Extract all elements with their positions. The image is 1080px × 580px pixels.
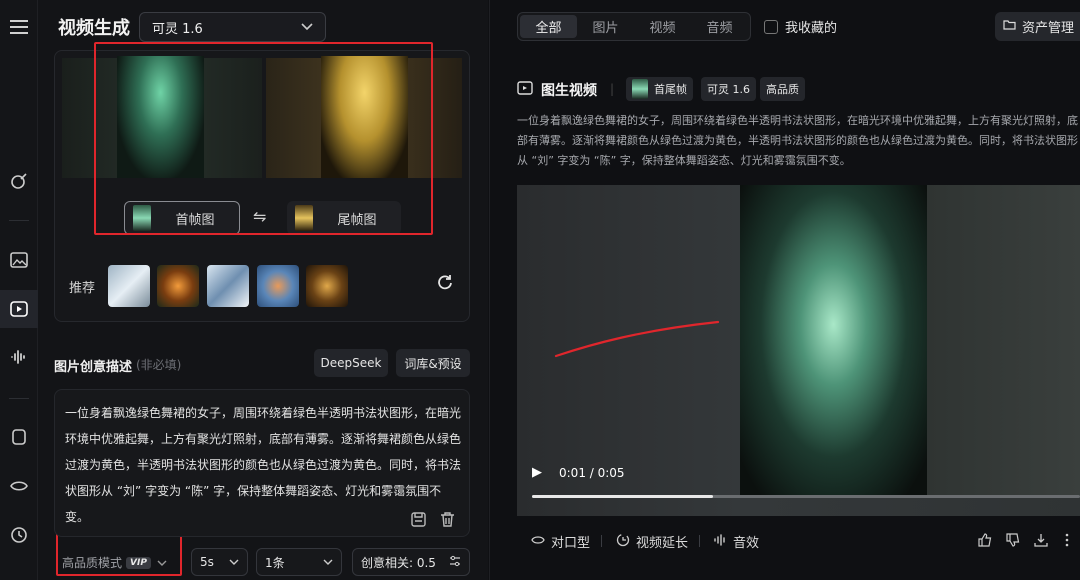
duration-select[interactable]: 5s	[191, 548, 248, 576]
lip-sync-label: 对口型	[551, 536, 591, 551]
more-icon[interactable]	[1064, 533, 1070, 551]
filter-tabs: 全部 图片 视频 音频	[517, 12, 751, 41]
vip-badge: VIP	[126, 556, 151, 569]
recommend-thumbnail[interactable]	[207, 265, 249, 307]
delete-icon[interactable]	[440, 512, 455, 531]
thumbs-up-icon[interactable]	[978, 533, 992, 551]
magic-brush-icon[interactable]	[0, 162, 38, 200]
refresh-icon[interactable]	[437, 274, 453, 295]
count-value: 1条	[265, 555, 285, 570]
result-prompt: 一位身着飘逸绿色舞裙的女子，周围环绕着绿色半透明书法状图形，在暗光环境中优雅起舞…	[517, 114, 1078, 167]
recommend-thumbnail[interactable]	[306, 265, 348, 307]
video-extend-button[interactable]: 视频延长	[616, 532, 688, 551]
tab-videos[interactable]: 视频	[634, 15, 691, 38]
result-title: 图生视频	[541, 83, 597, 99]
video-side-blur	[927, 185, 1080, 495]
duration-value: 5s	[200, 555, 214, 569]
sound-effect-label: 音效	[733, 536, 760, 551]
favorites-checkbox[interactable]	[764, 19, 778, 34]
video-extend-icon	[616, 533, 630, 551]
chip-model: 可灵 1.6	[701, 77, 756, 101]
favorites-toggle[interactable]: 我收藏的	[764, 17, 837, 36]
save-icon[interactable]	[411, 512, 426, 531]
count-select[interactable]: 1条	[256, 548, 342, 576]
favorites-label: 我收藏的	[785, 21, 838, 36]
thumbs-down-icon[interactable]	[1006, 533, 1020, 551]
history-icon[interactable]	[0, 516, 38, 554]
title-separator: |	[610, 82, 615, 96]
menu-icon[interactable]	[0, 8, 38, 46]
creativity-setting[interactable]: 创意相关: 0.5	[352, 548, 470, 576]
chip-first-last-frame: 首尾帧	[626, 77, 693, 101]
image-to-video-icon	[517, 80, 533, 100]
audio-wave-icon[interactable]	[0, 338, 38, 376]
download-icon[interactable]	[1034, 533, 1048, 551]
rail-divider	[9, 398, 29, 399]
chip-label: 首尾帧	[654, 83, 687, 96]
tab-audio[interactable]: 音频	[691, 15, 748, 38]
action-divider	[699, 535, 700, 547]
asset-manager-button[interactable]: 资产管理	[995, 12, 1080, 41]
quality-mode-label: 高品质模式	[62, 556, 123, 570]
recommend-thumbnail[interactable]	[257, 265, 299, 307]
recommend-label: 推荐	[69, 281, 96, 296]
video-icon[interactable]	[0, 290, 38, 328]
video-extend-label: 视频延长	[636, 536, 689, 551]
chevron-down-icon	[229, 555, 239, 569]
folder-icon	[1003, 19, 1016, 34]
video-progress-fill	[532, 495, 713, 498]
deepseek-button[interactable]: DeepSeek	[314, 349, 388, 377]
description-text[interactable]: 一位身着飘逸绿色舞裙的女子，周围环绕着绿色半透明书法状图形，在暗光环境中优雅起舞…	[65, 400, 461, 530]
model-select-value: 可灵 1.6	[152, 21, 203, 37]
video-time: 0:01 / 0:05	[559, 466, 625, 480]
chevron-down-icon	[323, 555, 333, 569]
play-icon[interactable]: ▶	[532, 465, 542, 480]
creativity-value: 创意相关: 0.5	[361, 555, 436, 570]
model-select[interactable]: 可灵 1.6	[139, 12, 326, 42]
recommend-thumbnail[interactable]	[108, 265, 150, 307]
chip-quality: 高品质	[760, 77, 805, 101]
sound-wave-icon	[713, 533, 727, 551]
chevron-down-icon	[157, 556, 167, 570]
tab-all[interactable]: 全部	[520, 15, 577, 38]
presets-button[interactable]: 词库&预设	[396, 349, 470, 377]
eye-icon[interactable]	[0, 467, 38, 505]
action-divider	[601, 535, 602, 547]
annotation-box	[94, 42, 433, 235]
asset-manager-label: 资产管理	[1022, 21, 1075, 36]
lip-sync-icon	[531, 534, 545, 550]
recommend-thumbnail[interactable]	[157, 265, 199, 307]
panel-divider	[489, 0, 490, 580]
rail-divider	[9, 220, 29, 221]
image-icon[interactable]	[0, 241, 38, 279]
sound-effect-button[interactable]: 音效	[713, 532, 759, 551]
chip-thumbnail	[632, 79, 648, 99]
description-optional-hint: (非必填)	[136, 358, 182, 372]
page-title: 视频生成	[58, 18, 130, 39]
quality-mode-select[interactable]: 高品质模式 VIP	[62, 554, 167, 571]
chevron-down-icon	[301, 20, 313, 35]
description-label: 图片创意描述	[54, 360, 133, 375]
left-rail	[0, 0, 38, 580]
lip-sync-button[interactable]: 对口型	[531, 532, 590, 551]
film-icon[interactable]	[0, 418, 38, 456]
video-frame	[740, 185, 927, 495]
sliders-icon	[449, 555, 461, 570]
annotation-stroke	[554, 320, 720, 358]
tab-images[interactable]: 图片	[577, 15, 634, 38]
